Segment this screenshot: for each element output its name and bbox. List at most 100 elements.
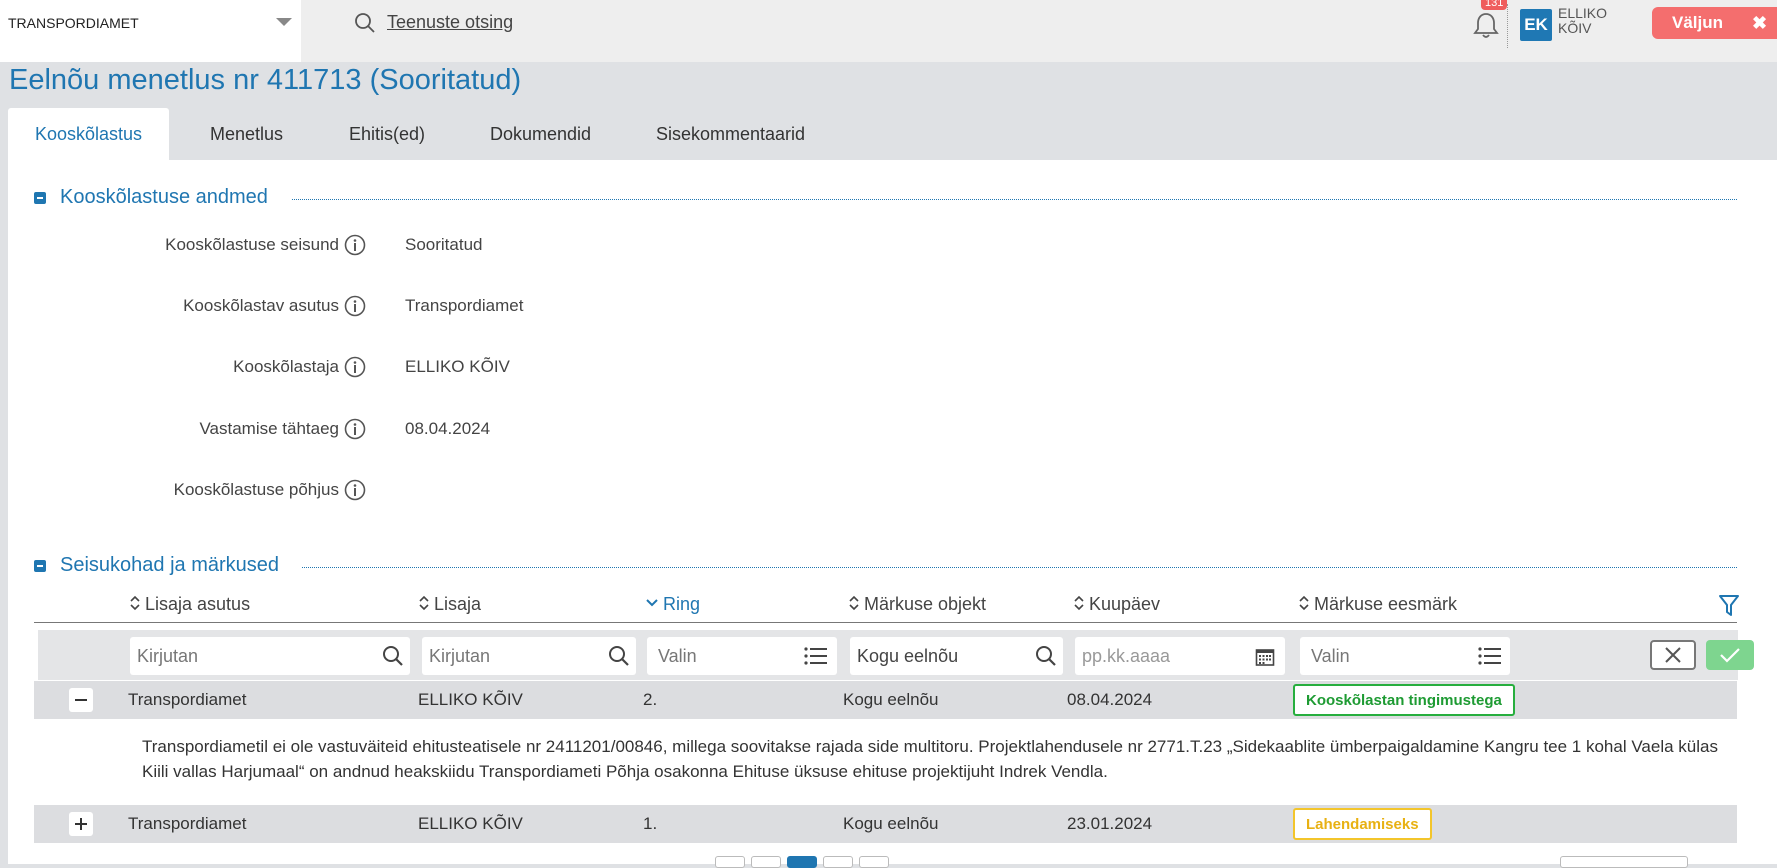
notifications-badge: 131 — [1481, 0, 1508, 10]
info-icon[interactable] — [344, 234, 366, 256]
minus-icon — [75, 699, 87, 701]
close-icon — [1665, 647, 1681, 663]
column-header-author-label: Lisaja — [434, 594, 482, 614]
status-badge: Kooskõlastan tingimustega — [1293, 684, 1515, 716]
filter-author-placeholder: Kirjutan — [429, 646, 491, 666]
logout-button[interactable]: Väljun ✖ — [1652, 7, 1777, 39]
filter-round-select[interactable]: Valin — [647, 637, 837, 675]
filter-date-input[interactable]: pp.kk.aaaa — [1075, 637, 1285, 675]
cell-author: ELLIKO KÕIV — [418, 814, 523, 833]
user-name[interactable]: ELLIKO KÕIV — [1558, 6, 1618, 36]
column-header-author[interactable]: Lisaja — [418, 594, 481, 615]
filter-purpose-select[interactable]: Valin — [1300, 637, 1510, 675]
status-badge: Lahendamiseks — [1293, 808, 1432, 840]
field-label-agency: Kooskõlastav asutus — [183, 296, 339, 315]
list-icon — [804, 647, 827, 665]
pagination-button[interactable] — [859, 856, 889, 868]
filter-date-placeholder: pp.kk.aaaa — [1082, 646, 1171, 666]
cell-author: ELLIKO KÕIV — [418, 690, 523, 709]
user-last-name: KÕIV — [1558, 20, 1592, 36]
column-header-round[interactable]: Ring — [645, 594, 700, 615]
collapse-icon[interactable] — [34, 560, 46, 572]
search-icon — [355, 13, 375, 33]
bell-icon — [1473, 13, 1499, 38]
column-header-agency[interactable]: Lisaja asutus — [129, 594, 250, 615]
apply-filters-button[interactable] — [1706, 640, 1754, 670]
filter-object-value: Kogu eelnõu — [857, 646, 959, 666]
column-header-round-label: Ring — [663, 594, 701, 614]
table-row[interactable]: Transpordiamet ELLIKO KÕIV 2. Kogu eelnõ… — [34, 681, 1737, 719]
cell-date: 08.04.2024 — [1067, 690, 1153, 709]
cell-date: 23.01.2024 — [1067, 814, 1153, 833]
list-icon — [1478, 647, 1501, 665]
logout-label: Väljun — [1672, 13, 1724, 32]
cell-round: 1. — [643, 814, 658, 833]
column-header-object[interactable]: Märkuse objekt — [848, 594, 986, 615]
page-title: Eelnõu menetlus nr 411713 (Sooritatud) — [9, 64, 522, 96]
chevron-down-icon — [646, 599, 658, 607]
filter-round-placeholder: Valin — [658, 646, 697, 666]
clear-filters-button[interactable] — [1650, 640, 1696, 670]
tab-sisekommentaarid[interactable]: Sisekommentaarid — [656, 108, 805, 160]
section-divider — [292, 199, 1737, 200]
column-header-agency-label: Lisaja asutus — [145, 594, 251, 614]
divider — [1507, 4, 1508, 48]
filter-object-input[interactable]: Kogu eelnõu — [850, 637, 1063, 675]
field-label-approver: Kooskõlastaja — [233, 357, 339, 376]
cell-object: Kogu eelnõu — [843, 690, 939, 709]
pagination-button-current[interactable] — [787, 856, 817, 868]
field-value-status: Sooritatud — [405, 235, 483, 254]
avatar[interactable]: EK — [1520, 9, 1552, 41]
field-value-deadline: 08.04.2024 — [405, 419, 491, 438]
section-title-remarks: Seisukohad ja märkused — [60, 554, 280, 576]
info-icon[interactable] — [344, 295, 366, 317]
pagination-button[interactable] — [715, 856, 745, 868]
cell-agency: Transpordiamet — [128, 690, 247, 709]
info-icon[interactable] — [344, 479, 366, 501]
expand-row-button[interactable] — [69, 812, 93, 836]
table-header-divider — [34, 622, 1737, 623]
filter-row: Kirjutan Kirjutan Valin Kogu eelnõu pp.k… — [38, 630, 1754, 680]
filter-agency-placeholder: Kirjutan — [137, 646, 199, 666]
pagination-button[interactable] — [751, 856, 781, 868]
calendar-icon[interactable] — [1255, 647, 1275, 667]
notifications-button[interactable] — [1472, 10, 1500, 45]
field-label-reason: Kooskõlastuse põhjus — [173, 480, 339, 499]
field-value-approver: ELLIKO KÕIV — [405, 357, 510, 376]
chevron-down-icon — [276, 18, 292, 26]
organization-select[interactable]: TRANSPORDIAMET — [0, 0, 301, 62]
collapse-row-button[interactable] — [69, 688, 93, 712]
cell-round: 2. — [643, 690, 658, 709]
cell-agency: Transpordiamet — [128, 814, 247, 833]
section-title-details: Kooskõlastuse andmed — [60, 186, 268, 208]
search-icon — [383, 646, 403, 666]
info-icon[interactable] — [344, 356, 366, 378]
section-divider — [302, 567, 1737, 568]
tab-menetlus[interactable]: Menetlus — [210, 108, 283, 160]
sort-icon — [130, 595, 140, 611]
filter-purpose-placeholder: Valin — [1311, 646, 1350, 666]
pagination-button[interactable] — [823, 856, 853, 868]
column-header-object-label: Märkuse objekt — [864, 594, 987, 614]
filter-agency-input[interactable]: Kirjutan — [130, 637, 410, 675]
column-header-date[interactable]: Kuupäev — [1073, 594, 1160, 615]
sort-icon — [1074, 595, 1084, 611]
tab-kooskolastus[interactable]: Kooskõlastus — [8, 108, 170, 160]
column-header-purpose[interactable]: Märkuse eesmärk — [1298, 594, 1457, 615]
collapse-icon[interactable] — [34, 192, 46, 204]
column-header-purpose-label: Märkuse eesmärk — [1314, 594, 1458, 614]
organization-select-value: TRANSPORDIAMET — [8, 15, 139, 31]
filter-icon[interactable] — [1718, 594, 1740, 623]
check-icon — [1720, 648, 1740, 663]
page-size-select[interactable] — [1560, 856, 1688, 868]
table-row[interactable]: Transpordiamet ELLIKO KÕIV 1. Kogu eelnõ… — [34, 805, 1737, 843]
filter-author-input[interactable]: Kirjutan — [422, 637, 636, 675]
tab-dokumendid[interactable]: Dokumendid — [490, 108, 591, 160]
info-icon[interactable] — [344, 418, 366, 440]
sort-icon — [849, 595, 859, 611]
tab-ehitised[interactable]: Ehitis(ed) — [349, 108, 425, 160]
sort-icon — [419, 595, 429, 611]
remark-comment: Transpordiametil ei ole vastuväiteid ehi… — [142, 737, 1718, 781]
search-icon — [1036, 646, 1056, 666]
field-label-deadline: Vastamise tähtaeg — [199, 419, 339, 438]
